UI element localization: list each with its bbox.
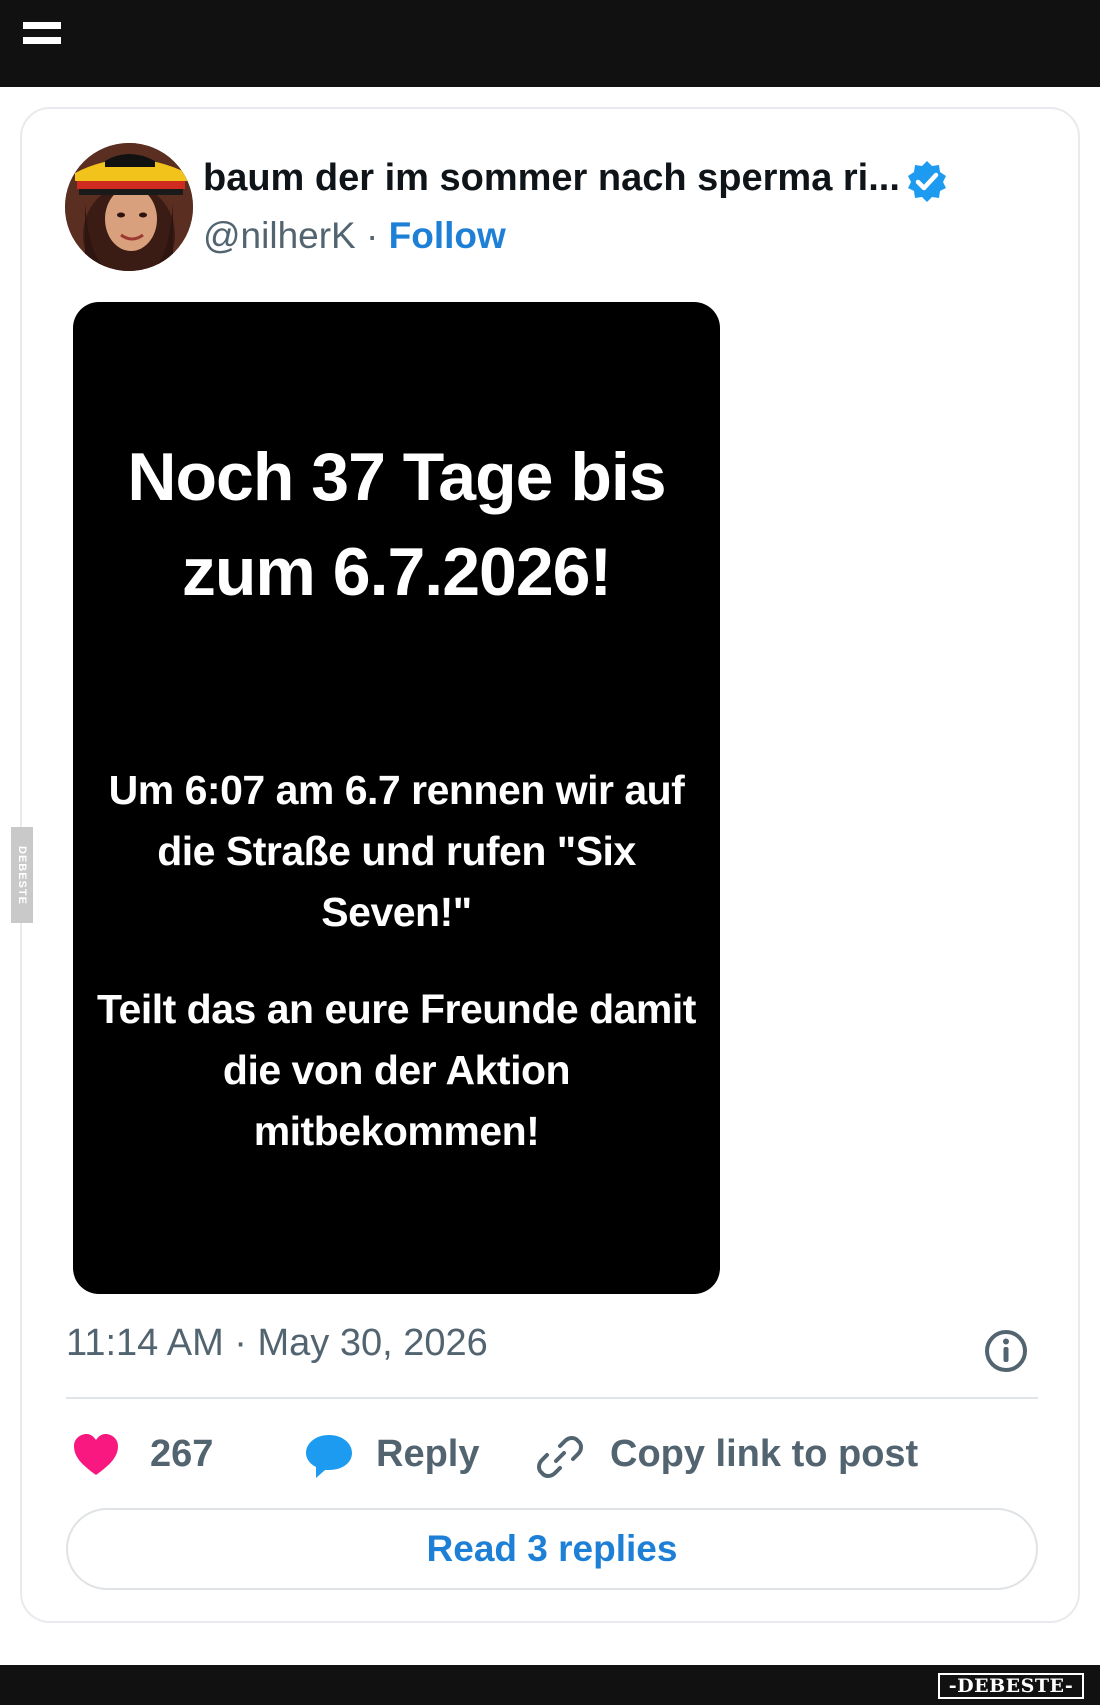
heart-icon xyxy=(74,1434,118,1475)
like-button[interactable]: 267 xyxy=(66,1419,226,1489)
copy-link-label: Copy link to post xyxy=(610,1433,919,1475)
bottom-bar: -DEBESTE- xyxy=(0,1665,1100,1705)
divider xyxy=(66,1397,1038,1399)
brand-logo: -DEBESTE- xyxy=(938,1673,1084,1699)
reply-bubble-icon xyxy=(306,1435,352,1478)
post-timestamp[interactable]: 11:14 AM · May 30, 2026 xyxy=(66,1322,488,1365)
post-card: baum der im sommer nach sperma ri... @ni… xyxy=(20,107,1080,1623)
author-display-name[interactable]: baum der im sommer nach sperma ri... xyxy=(203,157,900,200)
side-watermark: DEBESTE xyxy=(11,827,33,923)
copy-link-button[interactable]: Copy link to post xyxy=(536,1419,996,1489)
post-media-image[interactable]: Noch 37 Tage bis zum 6.7.2026! Um 6:07 a… xyxy=(73,302,720,1294)
reply-button[interactable]: Reply xyxy=(304,1419,504,1489)
author-handle-line: @nilherK · Follow xyxy=(203,215,506,257)
post-actions: 267 Reply Copy link to post xyxy=(66,1419,1038,1489)
author-handle[interactable]: @nilherK xyxy=(203,215,356,256)
avatar[interactable] xyxy=(65,143,193,271)
handle-separator: · xyxy=(366,215,379,256)
read-replies-button[interactable]: Read 3 replies xyxy=(66,1508,1038,1590)
page-content: baum der im sommer nach sperma ri... @ni… xyxy=(0,87,1100,1665)
verified-badge-icon xyxy=(905,159,949,203)
likes-count: 267 xyxy=(150,1433,214,1475)
link-icon xyxy=(537,1436,583,1478)
follow-button[interactable]: Follow xyxy=(389,215,506,256)
top-bar xyxy=(0,0,1100,87)
reply-label: Reply xyxy=(376,1433,480,1475)
info-icon[interactable] xyxy=(982,1327,1030,1375)
hamburger-menu-icon[interactable] xyxy=(23,22,61,48)
media-paragraph-2: Teilt das an eure Freunde damit die von … xyxy=(97,986,696,1154)
media-paragraph-1: Um 6:07 am 6.7 rennen wir auf die Straße… xyxy=(108,767,685,935)
media-heading: Noch 37 Tage bis zum 6.7.2026! xyxy=(127,439,666,610)
